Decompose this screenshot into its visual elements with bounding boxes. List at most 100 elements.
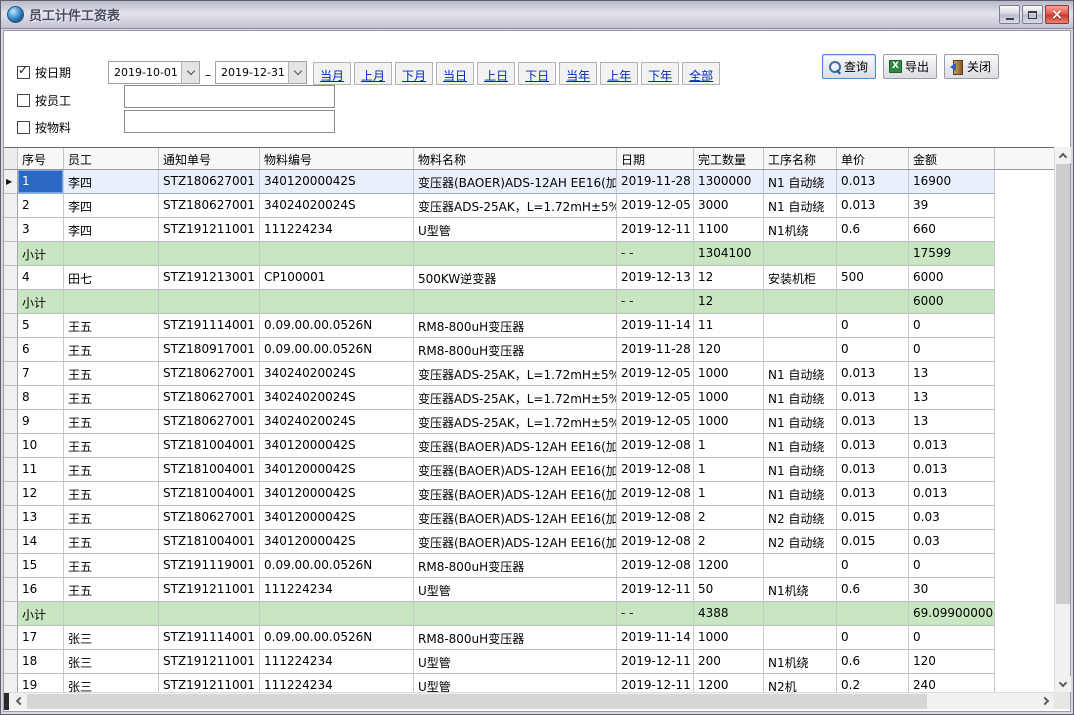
column-header-code[interactable]: 物料编号 [260, 148, 414, 169]
close-form-button[interactable]: 关闭 [944, 54, 999, 79]
cell-date[interactable]: 2019-12-08 [617, 434, 694, 458]
cell-employee[interactable]: 王五 [64, 314, 159, 338]
quick-range-button-3[interactable]: 下月 [395, 62, 433, 85]
cell-qty[interactable]: 200 [694, 650, 764, 674]
cell-no[interactable]: 1 [18, 170, 64, 194]
column-header-date[interactable]: 日期 [617, 148, 694, 169]
cell-no[interactable]: 13 [18, 506, 64, 530]
cell-process[interactable]: N1 自动绕 [764, 386, 837, 410]
cell-name[interactable]: 500KW逆变器 [414, 266, 617, 290]
cell-process[interactable]: N1 自动绕 [764, 410, 837, 434]
cell-code[interactable]: 34024020024S [260, 362, 414, 386]
cell-no[interactable]: 12 [18, 482, 64, 506]
cell-code[interactable]: 0.09.00.00.0526N [260, 314, 414, 338]
quick-range-button-8[interactable]: 上年 [600, 62, 638, 85]
quick-range-button-7[interactable]: 当年 [559, 62, 597, 85]
cell-price[interactable]: 0.013 [837, 362, 909, 386]
cell-notice[interactable]: STZ181004001 [159, 434, 260, 458]
date-to-dropdown[interactable] [288, 62, 306, 83]
cell-no[interactable]: 9 [18, 410, 64, 434]
cell-notice[interactable]: STZ191211001 [159, 674, 260, 692]
by-material-checkbox[interactable] [17, 121, 30, 134]
cell-name[interactable]: 变压器(BAOER)ADS-12AH EE16(加 [414, 506, 617, 530]
cell-amount[interactable]: 0 [909, 554, 995, 578]
cell-process[interactable]: N1 自动绕 [764, 362, 837, 386]
cell-code[interactable]: 111224234 [260, 650, 414, 674]
cell-no[interactable]: 7 [18, 362, 64, 386]
column-header-notice[interactable]: 通知单号 [159, 148, 260, 169]
cell-date[interactable]: 2019-12-08 [617, 458, 694, 482]
cell-price[interactable]: 0.015 [837, 530, 909, 554]
cell-employee[interactable]: 王五 [64, 578, 159, 602]
cell-qty[interactable]: 1200 [694, 554, 764, 578]
cell-name[interactable]: U型管 [414, 674, 617, 692]
cell-notice[interactable]: STZ191114001 [159, 626, 260, 650]
cell-no[interactable]: 3 [18, 218, 64, 242]
cell-code[interactable]: 34012000042S [260, 458, 414, 482]
cell-employee[interactable]: 王五 [64, 410, 159, 434]
cell-no[interactable]: 6 [18, 338, 64, 362]
cell-amount[interactable]: 0.03 [909, 506, 995, 530]
cell-notice[interactable]: STZ191211001 [159, 578, 260, 602]
cell-amount[interactable]: 0 [909, 338, 995, 362]
cell-price[interactable]: 500 [837, 266, 909, 290]
cell-name[interactable]: U型管 [414, 650, 617, 674]
cell-price[interactable]: 0.013 [837, 386, 909, 410]
cell-code[interactable]: 34012000042S [260, 482, 414, 506]
cell-qty[interactable]: 1000 [694, 626, 764, 650]
cell-qty[interactable]: 1300000 [694, 170, 764, 194]
cell-code[interactable]: CP100001 [260, 266, 414, 290]
cell-code[interactable]: 111224234 [260, 674, 414, 692]
cell-notice[interactable]: STZ180917001 [159, 338, 260, 362]
cell-code[interactable]: 34024020024S [260, 194, 414, 218]
cell-notice[interactable]: STZ180627001 [159, 194, 260, 218]
cell-qty[interactable]: 2 [694, 506, 764, 530]
cell-qty[interactable]: 1000 [694, 410, 764, 434]
cell-amount[interactable]: 660 [909, 218, 995, 242]
cell-qty[interactable]: 120 [694, 338, 764, 362]
cell-price[interactable]: 0 [837, 626, 909, 650]
cell-price[interactable]: 0.2 [837, 674, 909, 692]
cell-notice[interactable]: STZ191119001 [159, 554, 260, 578]
cell-no[interactable]: 15 [18, 554, 64, 578]
cell-employee[interactable]: 王五 [64, 362, 159, 386]
vertical-scrollbar[interactable] [1054, 147, 1070, 692]
cell-code[interactable]: 111224234 [260, 578, 414, 602]
cell-date[interactable]: 2019-12-08 [617, 482, 694, 506]
cell-code[interactable]: 34012000042S [260, 530, 414, 554]
cell-no[interactable]: 17 [18, 626, 64, 650]
table-row[interactable]: 11王五STZ18100400134012000042S变压器(BAOER)AD… [4, 458, 1054, 482]
column-header-price[interactable]: 单价 [837, 148, 909, 169]
cell-no[interactable]: 8 [18, 386, 64, 410]
quick-range-button-10[interactable]: 全部 [682, 62, 720, 85]
cell-employee[interactable]: 李四 [64, 218, 159, 242]
cell-notice[interactable]: STZ181004001 [159, 530, 260, 554]
table-row[interactable]: ▶1李四STZ18062700134012000042S变压器(BAOER)AD… [4, 170, 1054, 194]
scroll-up-button[interactable] [1055, 147, 1071, 163]
cell-qty[interactable]: 1000 [694, 386, 764, 410]
cell-no[interactable]: 19 [18, 674, 64, 692]
cell-qty[interactable]: 1000 [694, 362, 764, 386]
cell-process[interactable]: N2 自动绕 [764, 530, 837, 554]
cell-name[interactable]: 变压器(BAOER)ADS-12AH EE16(加 [414, 434, 617, 458]
cell-no[interactable]: 2 [18, 194, 64, 218]
cell-employee[interactable]: 王五 [64, 482, 159, 506]
quick-range-button-2[interactable]: 上月 [354, 62, 392, 85]
cell-process[interactable]: N2 自动绕 [764, 506, 837, 530]
cell-code[interactable]: 111224234 [260, 218, 414, 242]
cell-amount[interactable]: 0.013 [909, 458, 995, 482]
cell-amount[interactable]: 120 [909, 650, 995, 674]
cell-process[interactable]: N1机绕 [764, 578, 837, 602]
cell-date[interactable]: 2019-11-28 [617, 338, 694, 362]
cell-code[interactable]: 34024020024S [260, 410, 414, 434]
cell-code[interactable]: 0.09.00.00.0526N [260, 338, 414, 362]
cell-employee[interactable]: 王五 [64, 506, 159, 530]
table-row[interactable]: 19张三STZ191211001111224234U型管2019-12-1112… [4, 674, 1054, 692]
close-button[interactable]: × [1045, 5, 1069, 24]
table-row[interactable]: 14王五STZ18100400134012000042S变压器(BAOER)AD… [4, 530, 1054, 554]
cell-amount[interactable]: 0.013 [909, 482, 995, 506]
cell-date[interactable]: 2019-12-11 [617, 674, 694, 692]
cell-process[interactable] [764, 338, 837, 362]
cell-code[interactable]: 34012000042S [260, 434, 414, 458]
column-header-name[interactable]: 物料名称 [414, 148, 617, 169]
